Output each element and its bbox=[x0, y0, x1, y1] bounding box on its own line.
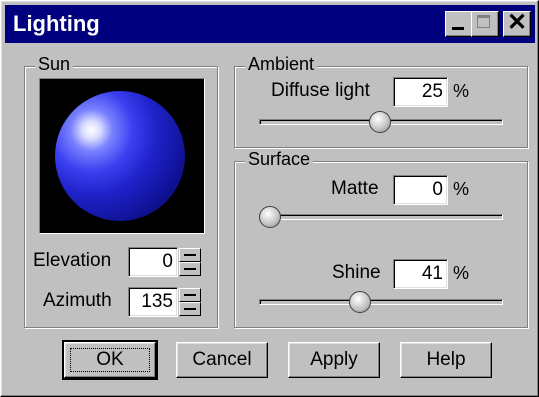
cancel-button[interactable]: Cancel bbox=[176, 342, 268, 378]
elevation-field[interactable]: 0 bbox=[128, 247, 178, 277]
cancel-label: Cancel bbox=[192, 349, 252, 370]
matte-unit: % bbox=[453, 179, 470, 199]
matte-slider-track[interactable] bbox=[259, 214, 503, 220]
azimuth-down-button[interactable] bbox=[179, 302, 201, 316]
help-button[interactable]: Help bbox=[400, 342, 492, 378]
azimuth-field[interactable]: 135 bbox=[128, 287, 178, 317]
azimuth-up-button[interactable] bbox=[179, 288, 201, 302]
maximize-icon bbox=[477, 15, 490, 28]
window-title: Lighting bbox=[13, 11, 100, 36]
focus-rectangle bbox=[70, 348, 150, 372]
apply-label: Apply bbox=[310, 349, 358, 370]
shine-label: Shine bbox=[332, 262, 381, 283]
matte-field[interactable]: 0 bbox=[393, 175, 448, 205]
azimuth-spinner[interactable] bbox=[179, 288, 201, 316]
down-arrow-icon bbox=[184, 268, 196, 270]
shine-field[interactable]: 41 bbox=[393, 259, 448, 289]
lighting-dialog: Lighting ✕ Sun Elevation 0 Azimuth 135 A… bbox=[0, 0, 539, 397]
ambient-group: Ambient bbox=[234, 54, 528, 148]
ok-button[interactable]: OK bbox=[62, 340, 158, 380]
surface-legend: Surface bbox=[245, 149, 314, 170]
maximize-button[interactable] bbox=[471, 11, 499, 37]
elevation-down-button[interactable] bbox=[179, 262, 201, 276]
azimuth-label: Azimuth bbox=[43, 290, 112, 311]
close-icon: ✕ bbox=[507, 9, 528, 36]
matte-label: Matte bbox=[331, 178, 379, 199]
minimize-icon bbox=[452, 27, 464, 30]
help-label: Help bbox=[426, 349, 466, 370]
diffuse-light-field[interactable]: 25 bbox=[393, 77, 448, 107]
close-button[interactable]: ✕ bbox=[503, 9, 531, 37]
shine-slider-track[interactable] bbox=[259, 299, 503, 305]
elevation-spinner[interactable] bbox=[179, 248, 201, 276]
up-arrow-icon bbox=[184, 294, 196, 296]
sun-legend: Sun bbox=[35, 54, 74, 75]
lit-sphere-preview bbox=[55, 91, 185, 221]
diffuse-slider-thumb[interactable] bbox=[369, 111, 391, 133]
ambient-legend: Ambient bbox=[245, 54, 318, 75]
up-arrow-icon bbox=[184, 254, 196, 256]
minimize-button[interactable] bbox=[445, 11, 473, 37]
diffuse-light-label: Diffuse light bbox=[271, 80, 370, 101]
down-arrow-icon bbox=[184, 308, 196, 310]
elevation-label: Elevation bbox=[33, 250, 112, 271]
sun-preview[interactable] bbox=[39, 78, 205, 234]
elevation-up-button[interactable] bbox=[179, 248, 201, 262]
apply-button[interactable]: Apply bbox=[288, 342, 380, 378]
title-bar[interactable]: Lighting ✕ bbox=[5, 5, 535, 43]
diffuse-unit: % bbox=[453, 81, 470, 101]
matte-slider-thumb[interactable] bbox=[259, 206, 281, 228]
shine-unit: % bbox=[453, 263, 470, 283]
